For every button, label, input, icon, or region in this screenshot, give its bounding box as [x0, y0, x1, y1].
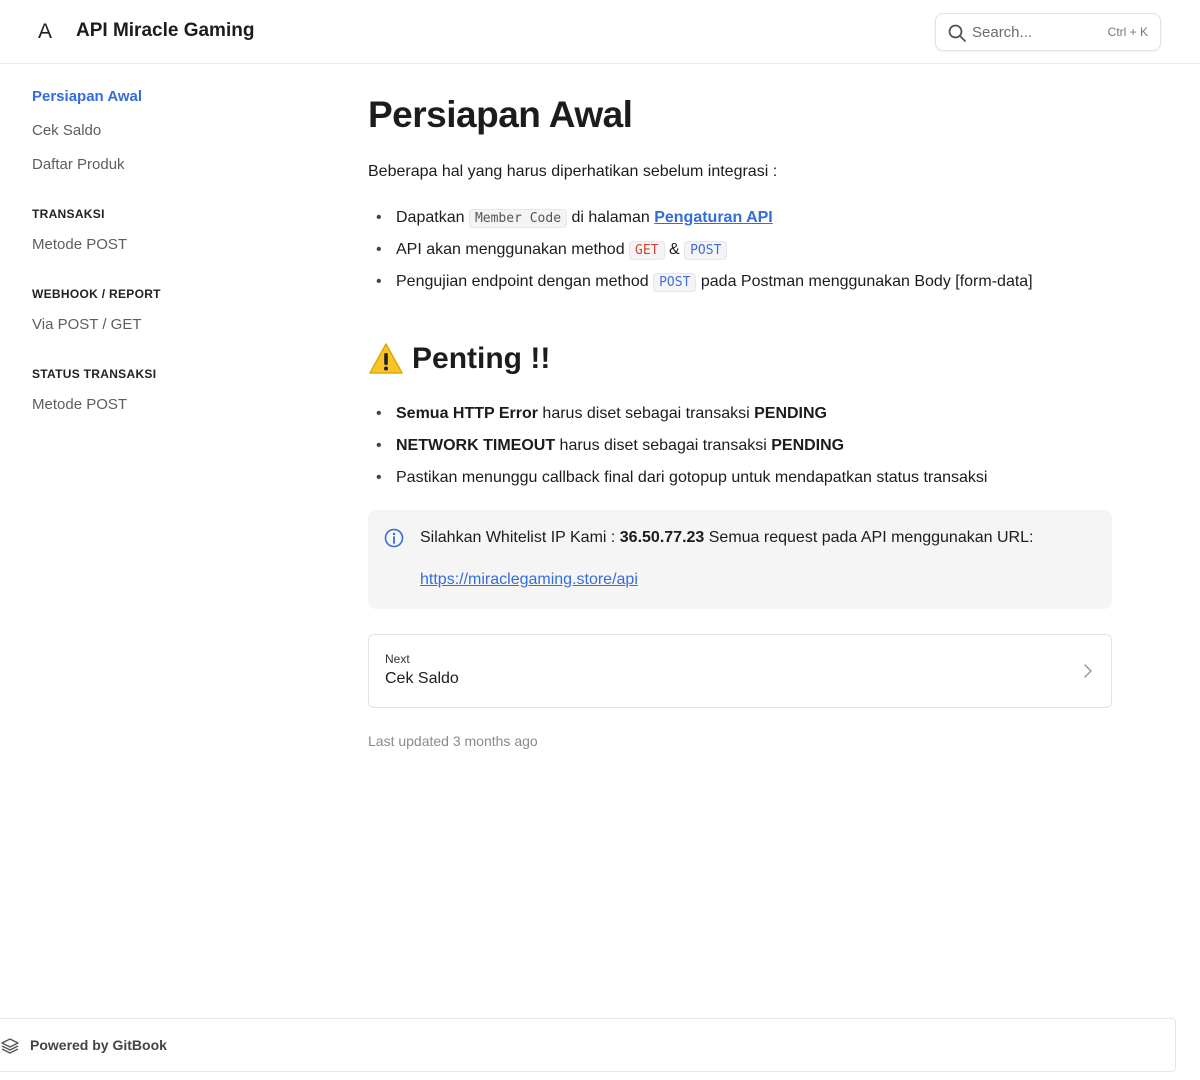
list-item: Semua HTTP Error harus diset sebagai tra… — [368, 402, 1112, 434]
intro-text: Beberapa hal yang harus diperhatikan seb… — [368, 163, 778, 180]
sidebar-item-transaksi-metode-post[interactable]: Metode POST — [32, 236, 127, 253]
bullet-bold: NETWORK TIMEOUT — [396, 437, 556, 454]
sidebar: Persiapan Awal Cek Saldo Daftar Produk T… — [0, 64, 320, 1014]
sidebar-item-persiapan-awal[interactable]: Persiapan Awal — [32, 88, 142, 105]
sidebar-item-daftar-produk[interactable]: Daftar Produk — [32, 156, 125, 173]
important-list: Semua HTTP Error harus diset sebagai tra… — [368, 402, 1112, 498]
bullet-text: harus diset sebagai transaksi — [537, 405, 755, 422]
search-input[interactable]: Search... Ctrl + K — [935, 13, 1161, 51]
sidebar-heading-status-transaksi: STATUS TRANSAKSI — [32, 367, 157, 381]
sidebar-item-via-post-get[interactable]: Via POST / GET — [32, 316, 141, 333]
sidebar-heading-transaksi: TRANSAKSI — [32, 207, 105, 221]
get-method-inline: GET — [629, 241, 665, 260]
hint-text-pre: Silahkan Whitelist IP Kami : — [420, 529, 620, 546]
whitelist-ip: 36.50.77.23 — [619, 529, 705, 546]
sidebar-heading-webhook: WEBHOOK / REPORT — [32, 287, 161, 301]
bullet-bold: Semua HTTP Error — [396, 405, 538, 422]
bullet-text: Dapatkan — [396, 209, 469, 226]
site-title[interactable]: API Miracle Gaming — [76, 20, 254, 42]
bullet-text: & — [664, 241, 685, 258]
section-heading-penting: Penting !! — [368, 342, 550, 376]
info-icon — [384, 528, 404, 548]
list-item: API akan menggunakan method GET & POST — [368, 238, 1112, 270]
chevron-right-icon — [1084, 664, 1092, 678]
section-heading-text: Penting !! — [412, 342, 551, 375]
pengaturan-api-link[interactable]: Pengaturan API — [654, 209, 773, 226]
powered-by-text: Powered by GitBook — [30, 1037, 167, 1053]
post-method-inline: POST — [653, 273, 697, 292]
bullet-text: harus diset sebagai transaksi — [555, 437, 772, 454]
page-title: Persiapan Awal — [368, 94, 633, 135]
bullet-text: API akan menggunakan method — [396, 241, 630, 258]
list-item: Dapatkan Member Code di halaman Pengatur… — [368, 206, 1112, 238]
bullet-text: Pastikan menunggu callback final dari go… — [396, 469, 988, 486]
info-hint-box: Silahkan Whitelist IP Kami : 36.50.77.23… — [368, 510, 1112, 609]
warning-icon — [369, 343, 403, 374]
post-method-inline: POST — [684, 241, 728, 260]
member-code-inline: Member Code — [468, 209, 568, 228]
list-item: Pastikan menunggu callback final dari go… — [368, 466, 1112, 498]
next-label: Next — [385, 652, 410, 666]
powered-by-footer[interactable]: Powered by GitBook — [0, 1018, 1176, 1072]
sidebar-item-cek-saldo[interactable]: Cek Saldo — [32, 122, 101, 139]
hint-text-post: Semua request pada API menggunakan URL: — [704, 529, 1034, 546]
list-item: Pengujian endpoint dengan method POST pa… — [368, 270, 1112, 302]
hint-text: Silahkan Whitelist IP Kami : 36.50.77.23… — [420, 529, 1033, 547]
bullet-bold: PENDING — [771, 437, 845, 454]
list-item: NETWORK TIMEOUT harus diset sebagai tran… — [368, 434, 1112, 466]
last-updated-text: Last updated 3 months ago — [368, 733, 538, 749]
api-url-link[interactable]: https://miraclegaming.store/api — [420, 571, 638, 589]
search-shortcut: Ctrl + K — [1107, 25, 1148, 39]
site-logo[interactable]: A — [38, 20, 52, 44]
requirements-list: Dapatkan Member Code di halaman Pengatur… — [368, 206, 1112, 302]
bullet-text: pada Postman menggunakan Body [form-data… — [696, 273, 1033, 290]
search-placeholder: Search... — [972, 24, 1033, 41]
bullet-bold: PENDING — [754, 405, 827, 422]
next-page-title: Cek Saldo — [385, 670, 459, 687]
top-header: A API Miracle Gaming Search... Ctrl + K — [0, 0, 1200, 64]
search-icon — [948, 24, 966, 42]
sidebar-item-status-metode-post[interactable]: Metode POST — [32, 396, 127, 413]
bullet-text: di halaman — [567, 209, 655, 226]
bullet-text: Pengujian endpoint dengan method — [396, 273, 654, 290]
next-page-card[interactable]: Next Cek Saldo — [368, 634, 1112, 708]
gitbook-logo-icon — [1, 1038, 19, 1054]
